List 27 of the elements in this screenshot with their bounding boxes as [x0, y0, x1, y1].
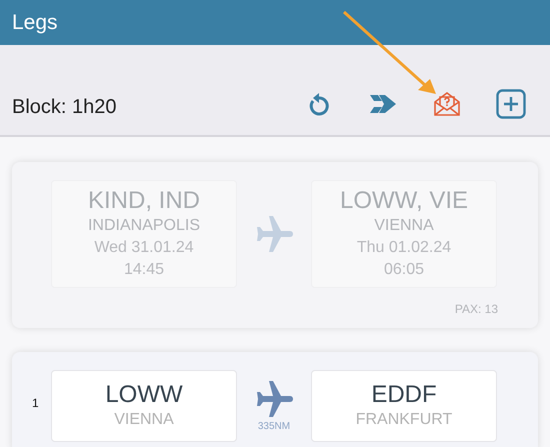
airport-code: LOWW, VIE — [340, 187, 468, 215]
airport-card[interactable]: LOWW VIENNA — [51, 370, 237, 442]
city-name: VIENNA — [114, 410, 174, 430]
departure-date: Thu 01.02.24 — [356, 238, 452, 258]
undo-icon — [308, 92, 330, 116]
airport-code: KIND, IND — [88, 187, 200, 215]
city-name: FRANKFURT — [356, 410, 452, 430]
add-icon — [496, 89, 526, 119]
block-time: Block: 1h20 — [12, 96, 118, 120]
airport-code: EDDF — [371, 381, 437, 409]
departure-time: 14:45 — [124, 260, 164, 280]
city-name: INDIANAPOLIS — [88, 216, 200, 236]
add-button[interactable] — [494, 87, 528, 121]
departure-date: Wed 31.01.24 — [94, 238, 194, 258]
airport-code: LOWW — [105, 381, 183, 409]
plane-logo-icon — [370, 95, 396, 113]
distance: 335NM — [258, 420, 290, 432]
departure-time: 06:05 — [384, 260, 424, 280]
airplane-icon — [255, 380, 293, 416]
airplane-icon — [255, 216, 293, 252]
city-name: VIENNA — [374, 216, 434, 236]
leg-card[interactable]: 1 LOWW VIENNA 335NM EDDF FRANKFURT — [12, 352, 538, 447]
envelope-question-icon — [434, 92, 460, 116]
pax-count: PAX: 13 — [454, 302, 498, 316]
airport-card[interactable]: EDDF FRANKFURT — [311, 370, 497, 442]
leg-number: 1 — [32, 396, 39, 410]
header-title: Legs — [12, 10, 58, 34]
